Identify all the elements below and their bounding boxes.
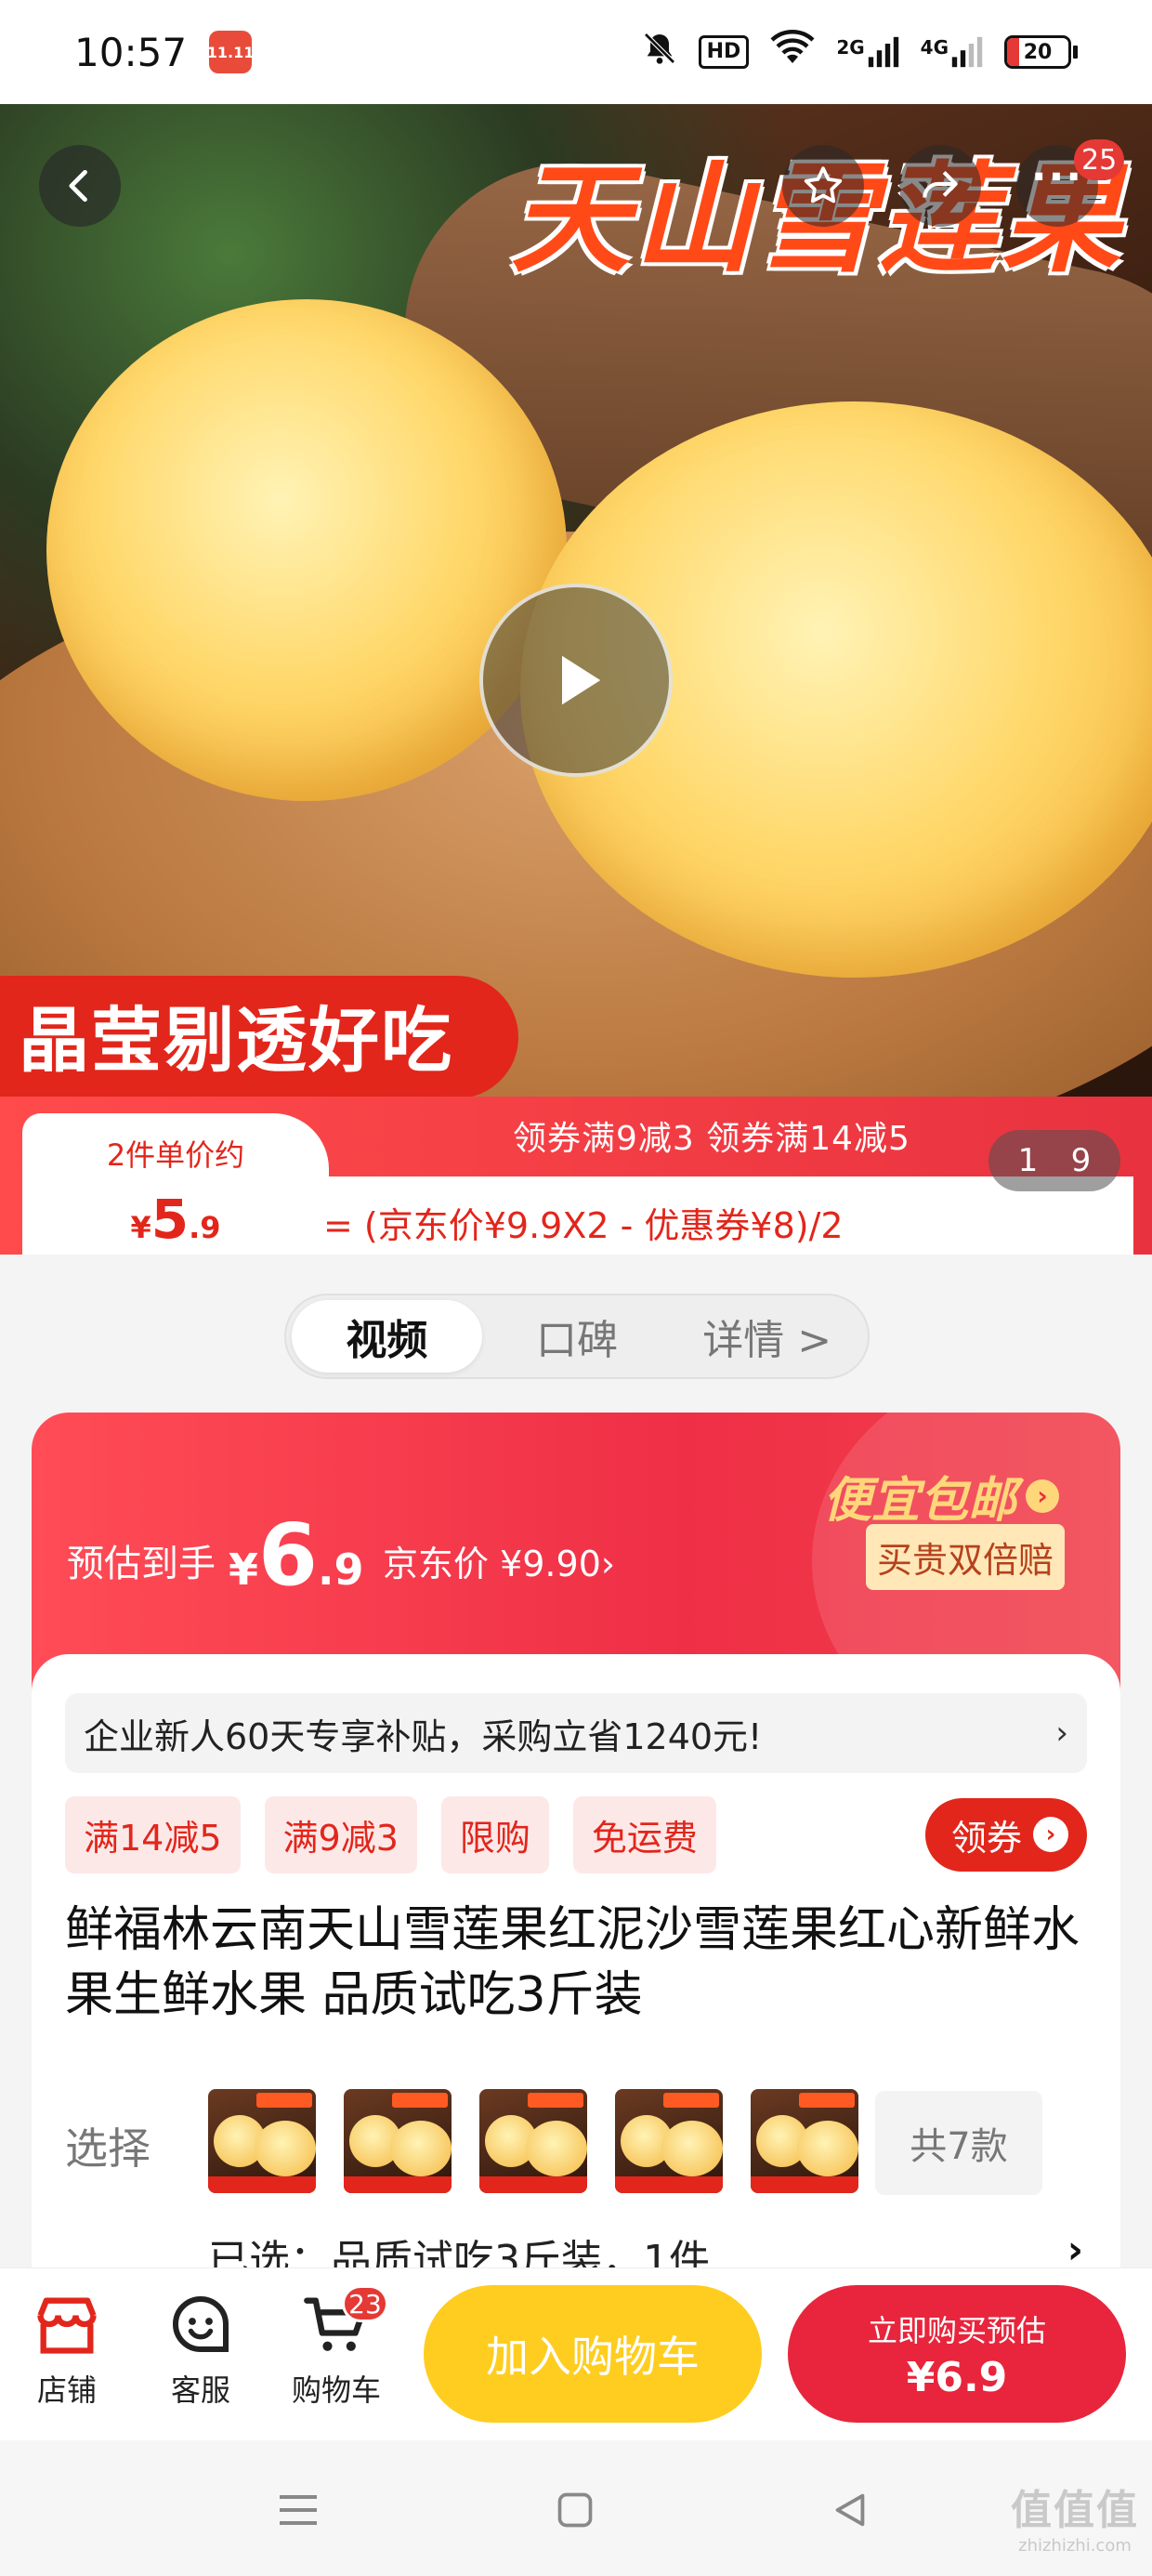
app-badge-icon: 11.11 xyxy=(207,31,254,73)
cart-label: 购物车 xyxy=(291,2372,381,2408)
battery-body: 20 xyxy=(1004,35,1071,69)
product-hero-media[interactable]: 天山雪莲果 晶莹剔透好吃 ··· 25 xyxy=(0,104,1152,1097)
store-icon xyxy=(37,2297,97,2354)
customer-service-button[interactable]: 客服 xyxy=(145,2287,256,2410)
play-video-button[interactable] xyxy=(479,584,673,777)
add-to-cart-button[interactable]: 加入购物车 xyxy=(424,2285,762,2423)
back-button[interactable] xyxy=(39,145,121,227)
back-triangle-icon xyxy=(835,2493,865,2527)
message-count-badge: 25 xyxy=(1074,139,1125,180)
promo-tag: 满9减3 xyxy=(264,1795,417,1873)
jd-price-link[interactable]: 京东价 ¥9.90› xyxy=(383,1535,615,1586)
price-guarantee-tag: 买贵双倍赔 xyxy=(866,1524,1066,1590)
buy-now-label: 立即购买预估 xyxy=(867,2312,1046,2348)
status-bar: 10:57 11.11 HD 2G 4G 20 xyxy=(0,0,1152,104)
tab-video[interactable]: 视频 xyxy=(292,1300,482,1373)
variant-thumbnail[interactable] xyxy=(615,2089,723,2193)
battery-icon: 20 xyxy=(1004,35,1078,69)
promo-tag: 限购 xyxy=(440,1795,549,1873)
enterprise-subsidy-banner[interactable]: 企业新人60天专享补贴，采购立省1240元! › xyxy=(65,1693,1087,1773)
hd-badge: HD xyxy=(698,35,750,69)
claim-coupon-button[interactable]: 领券 › xyxy=(924,1797,1087,1872)
buy-now-price: ¥6.9 xyxy=(906,2353,1008,2401)
page-current: 1 xyxy=(1017,1142,1039,1179)
page-total: 9 xyxy=(1070,1142,1092,1179)
variant-thumbnail[interactable] xyxy=(344,2089,452,2193)
promo-formula-text: = (京东价¥9.9X2 - 优惠券¥8)/2 xyxy=(323,1205,844,1246)
battery-level: 20 xyxy=(1023,40,1053,64)
promo-banner[interactable]: 2件单价约 ¥5.9 领券满9减3 领券满14减5 = (京东价¥9.9X2 -… xyxy=(0,1097,1152,1255)
variant-thumbnails xyxy=(208,2089,858,2193)
media-page-indicator: 1 9 xyxy=(988,1130,1120,1191)
service-label: 客服 xyxy=(170,2372,230,2408)
select-label: 选择 xyxy=(65,2123,151,2174)
sim2-label: 4G xyxy=(920,36,949,59)
nav-home-button[interactable] xyxy=(543,2477,608,2543)
service-smile-icon xyxy=(173,2295,229,2352)
cart-button[interactable]: 23 购物车 xyxy=(281,2285,392,2410)
wifi-icon xyxy=(769,30,816,74)
status-icons: HD 2G 4G 20 xyxy=(641,30,1078,74)
unit-price-box: 2件单价约 ¥5.9 xyxy=(22,1113,329,1255)
variant-thumbnail[interactable] xyxy=(479,2089,587,2193)
favorite-button[interactable] xyxy=(782,145,864,227)
watermark-main: 值值值 xyxy=(1011,2487,1139,2534)
promo-tag: 满14减5 xyxy=(65,1795,241,1873)
unit-price-label: 2件单价约 xyxy=(106,1137,245,1173)
product-info-card: 企业新人60天专享补贴，采购立省1240元! › 满14减5 满9减3 限购 免… xyxy=(32,1654,1120,2284)
back-icon xyxy=(69,169,87,203)
star-icon xyxy=(804,166,843,204)
product-title: 鲜福林云南天山雪莲果红泥沙雪莲果红心新鲜水果生鲜水果 品质试吃3斤装 xyxy=(65,1902,1080,2023)
nav-recents-button[interactable] xyxy=(266,2477,331,2543)
status-time: 10:57 xyxy=(74,29,188,75)
menu-icon xyxy=(280,2495,317,2525)
store-button[interactable]: 店铺 xyxy=(11,2287,123,2410)
estimated-price: ¥6.9 xyxy=(229,1505,364,1605)
chevron-right-icon: › xyxy=(1055,1715,1068,1752)
share-button[interactable] xyxy=(899,145,981,227)
promo-coupons-text: 领券满9减3 领券满14减5 xyxy=(513,1120,910,1158)
watermark-sub: zhizhizhi.com xyxy=(1018,2536,1132,2556)
chevron-right-icon: › xyxy=(1033,1817,1068,1852)
sim1-label: 2G xyxy=(836,36,865,59)
unit-price: ¥5.9 xyxy=(130,1188,221,1251)
play-icon xyxy=(562,655,601,705)
cheap-free-shipping-tag[interactable]: 便宜包邮 › xyxy=(823,1461,1060,1531)
enterprise-banner-text: 企业新人60天专享补贴，采购立省1240元! xyxy=(84,1715,763,1757)
system-nav-bar: 值值值 zhizhizhi.com xyxy=(0,2440,1152,2576)
variant-thumbnail[interactable] xyxy=(751,2089,858,2193)
chevron-right-icon: › xyxy=(1026,1479,1060,1513)
store-label: 店铺 xyxy=(36,2372,97,2408)
signal-sim1-icon: 2G xyxy=(836,36,899,68)
promo-tag-row: 满14减5 满9减3 限购 免运费 领券 › xyxy=(65,1795,1087,1873)
mute-bell-icon xyxy=(641,30,678,74)
variant-count-button[interactable]: 共7款 xyxy=(875,2091,1042,2195)
watermark: 值值值 zhizhizhi.com xyxy=(1011,2477,1139,2556)
home-square-icon xyxy=(557,2492,593,2528)
nav-back-button[interactable] xyxy=(818,2477,883,2543)
promo-tag: 免运费 xyxy=(572,1795,716,1873)
bottom-action-bar: 店铺 客服 23 购物车 加入购物车 立即购买预估 ¥6.9 xyxy=(0,2267,1152,2440)
signal-sim2-icon: 4G xyxy=(921,36,984,68)
share-icon xyxy=(923,170,958,198)
cart-count-badge: 23 xyxy=(342,2285,388,2322)
buy-now-button[interactable]: 立即购买预估 ¥6.9 xyxy=(788,2285,1126,2423)
chevron-right-icon[interactable]: › xyxy=(1067,2227,1083,2272)
hero-tagline: 晶莹剔透好吃 xyxy=(0,976,518,1097)
tab-reviews[interactable]: 口碑 xyxy=(482,1300,673,1373)
media-tab-bar: 视频 口碑 详情 > xyxy=(284,1294,870,1379)
estimated-price-label: 预估到手 xyxy=(67,1543,216,1585)
price-card: 预估到手 ¥6.9 京东价 ¥9.90› 便宜包邮 › 买贵双倍赔 xyxy=(32,1413,1120,1691)
hero-fruit-slice xyxy=(46,299,567,801)
tab-details[interactable]: 详情 > xyxy=(672,1300,862,1373)
variant-thumbnail[interactable] xyxy=(208,2089,316,2193)
